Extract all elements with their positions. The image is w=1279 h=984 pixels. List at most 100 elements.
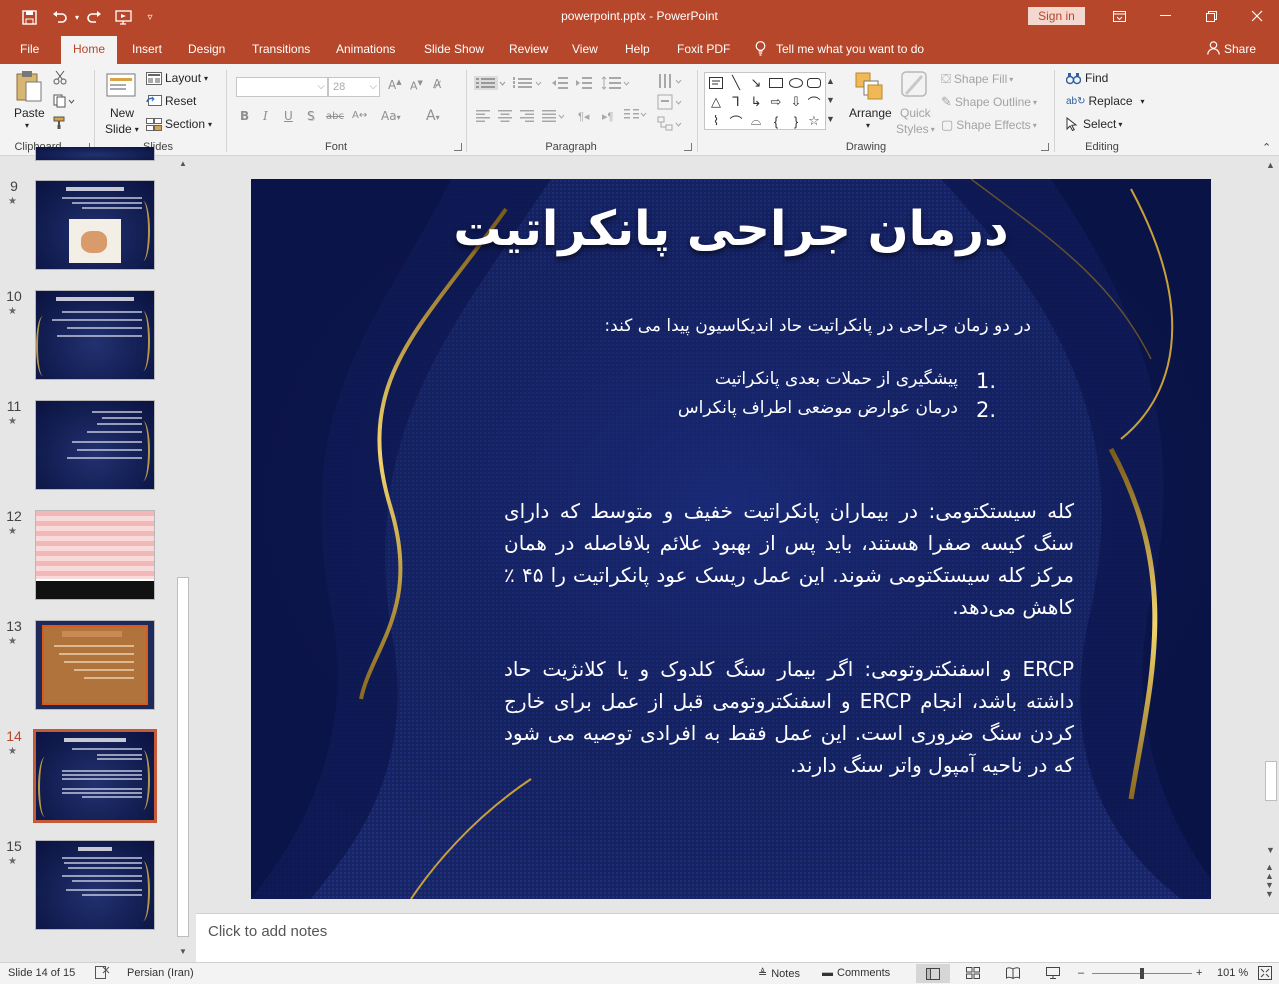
tab-design[interactable]: Design — [188, 34, 225, 64]
undo-dropdown-icon[interactable]: ▾ — [72, 6, 82, 28]
share-button[interactable]: Share — [1207, 34, 1256, 64]
curved-shape-icon[interactable]: ⌒ — [805, 93, 823, 111]
font-launcher-icon[interactable] — [454, 143, 462, 151]
zoom-level[interactable]: 101 % — [1217, 967, 1248, 979]
slide-paragraph-ercp[interactable]: ERCP و اسفنکتروتومی: اگر بیمار سنگ کلدوک… — [504, 653, 1074, 781]
align-center-icon[interactable] — [498, 110, 512, 122]
more-shapes-icon[interactable]: ▼ — [826, 110, 835, 129]
tell-me-search[interactable]: Tell me what you want to do — [755, 34, 924, 64]
text-box-shape-icon[interactable] — [707, 74, 725, 92]
slide-vertical-scrollbar[interactable]: ▲ ▼ ▲ ▲ ▼ ▼ — [1263, 157, 1279, 912]
columns-icon[interactable] — [624, 108, 648, 122]
copy-icon[interactable] — [53, 94, 75, 108]
tab-foxit-pdf[interactable]: Foxit PDF — [677, 34, 730, 64]
notes-button[interactable]: ≜ Notes — [758, 967, 800, 980]
shape-fill-button[interactable]: ⛋ Shape Fill ▾ — [941, 71, 1013, 87]
slide-thumbnail-10[interactable] — [35, 290, 155, 380]
arc-shape-icon[interactable]: ⌒ — [727, 112, 745, 130]
rtl-direction-icon[interactable]: ¶◂ — [578, 110, 589, 123]
change-case-button[interactable]: Aa▾ — [381, 109, 401, 123]
slide-thumbnail-9[interactable] — [35, 180, 155, 270]
slide-sorter-view-icon[interactable] — [966, 967, 980, 982]
paste-dropdown-icon[interactable]: ▾ — [25, 121, 29, 130]
oval-shape-icon[interactable] — [787, 74, 805, 92]
cut-icon[interactable] — [53, 70, 67, 85]
font-name-combo[interactable]: ⌵ — [236, 77, 328, 97]
shadow-button[interactable]: S — [307, 109, 315, 123]
arrange-dropdown-icon[interactable]: ▾ — [866, 121, 870, 130]
fit-slide-icon[interactable] — [1258, 966, 1272, 983]
slide-thumbnail-14-selected[interactable] — [33, 729, 157, 823]
chevron-down-icon[interactable]: ▼ — [826, 91, 835, 110]
curve-shape-icon[interactable]: ⌓ — [747, 112, 765, 130]
elbow-arrow-shape-icon[interactable]: ↳ — [747, 93, 765, 111]
chevron-up-icon[interactable]: ▲ — [826, 72, 835, 91]
character-spacing-icon[interactable]: A↔ — [352, 110, 367, 121]
previous-slide-icon[interactable]: ▲ ▲ — [1265, 863, 1274, 881]
sign-in-button[interactable]: Sign in — [1028, 7, 1085, 25]
star-shape-icon[interactable]: ☆ — [805, 112, 823, 130]
align-right-icon[interactable] — [520, 110, 534, 122]
scroll-down-icon[interactable]: ▼ — [1266, 845, 1275, 855]
rectangle-shape-icon[interactable] — [767, 74, 785, 92]
strikethrough-button[interactable]: abc — [326, 111, 344, 122]
align-text-icon[interactable] — [657, 94, 683, 110]
undo-icon[interactable] — [48, 6, 72, 28]
tab-transitions[interactable]: Transitions — [252, 34, 310, 64]
tab-review[interactable]: Review — [509, 34, 548, 64]
zoom-slider-thumb[interactable] — [1140, 968, 1144, 979]
triangle-shape-icon[interactable]: △ — [707, 93, 725, 111]
tab-slide-show[interactable]: Slide Show — [424, 34, 484, 64]
format-painter-icon[interactable] — [53, 116, 67, 130]
notes-pane[interactable]: Click to add notes — [196, 913, 1279, 962]
drawing-launcher-icon[interactable] — [1041, 143, 1049, 151]
quick-styles-icon[interactable] — [900, 70, 930, 102]
italic-button[interactable]: I — [263, 109, 268, 123]
tab-view[interactable]: View — [572, 34, 598, 64]
clear-formatting-icon[interactable]: A̷ — [433, 77, 441, 91]
select-button[interactable]: Select ▾ — [1066, 117, 1122, 131]
down-arrow-shape-icon[interactable]: ⇩ — [787, 93, 805, 111]
new-slide-dropdown-icon[interactable]: ▾ — [135, 125, 139, 134]
tab-file[interactable]: File — [20, 34, 39, 64]
new-slide-button[interactable] — [104, 70, 140, 100]
slide-thumbnail-11[interactable] — [35, 400, 155, 490]
decrease-indent-icon[interactable] — [552, 76, 568, 90]
scroll-up-icon[interactable]: ▲ — [1266, 160, 1275, 170]
find-button[interactable]: Find — [1066, 71, 1108, 85]
reading-view-icon[interactable] — [1006, 967, 1020, 982]
slide-intro-text[interactable]: در دو زمان جراحی در پانکراتیت حاد اندیکا… — [331, 316, 1031, 336]
shape-effects-button[interactable]: ▢ Shape Effects ▾ — [941, 117, 1037, 133]
tab-help[interactable]: Help — [625, 34, 650, 64]
tab-home[interactable]: Home — [61, 36, 118, 64]
tab-insert[interactable]: Insert — [132, 34, 162, 64]
restore-icon[interactable] — [1196, 4, 1226, 28]
arrange-icon[interactable] — [855, 72, 883, 100]
font-size-combo[interactable]: 28 ⌵ — [328, 77, 380, 97]
zoom-in-icon[interactable]: + — [1196, 967, 1202, 979]
line-spacing-icon[interactable] — [601, 76, 631, 90]
slide-thumbnail-13[interactable] — [35, 620, 155, 710]
align-left-icon[interactable] — [476, 110, 490, 122]
slide-list-item-2[interactable]: 2. درمان عوارض موضعی اطراف پانکراس — [396, 398, 996, 422]
ribbon-display-options-icon[interactable] — [1104, 4, 1134, 28]
numbering-icon[interactable] — [512, 76, 542, 90]
thumbnails-scrollbar[interactable]: ▲ ▼ — [176, 157, 190, 962]
notes-placeholder[interactable]: Click to add notes — [208, 923, 327, 940]
collapse-ribbon-icon[interactable]: ⌃ — [1262, 141, 1271, 154]
scroll-up-icon[interactable]: ▲ — [178, 159, 188, 171]
zoom-out-icon[interactable]: – — [1078, 967, 1084, 979]
bold-button[interactable]: B — [240, 109, 249, 123]
shape-outline-button[interactable]: ✎ Shape Outline ▾ — [941, 94, 1037, 110]
slide-title[interactable]: درمان جراحی پانکراتیت — [251, 201, 1211, 257]
normal-view-button[interactable] — [916, 964, 950, 983]
increase-indent-icon[interactable] — [576, 76, 592, 90]
paragraph-launcher-icon[interactable] — [684, 143, 692, 151]
justify-icon[interactable] — [542, 110, 566, 122]
increase-font-icon[interactable]: A▲ — [388, 78, 402, 92]
save-icon[interactable] — [18, 6, 40, 28]
reset-button[interactable]: Reset — [146, 94, 196, 108]
underline-button[interactable]: U — [284, 109, 293, 123]
spell-check-icon[interactable] — [95, 966, 110, 982]
section-button[interactable]: Section ▾ — [146, 117, 212, 131]
